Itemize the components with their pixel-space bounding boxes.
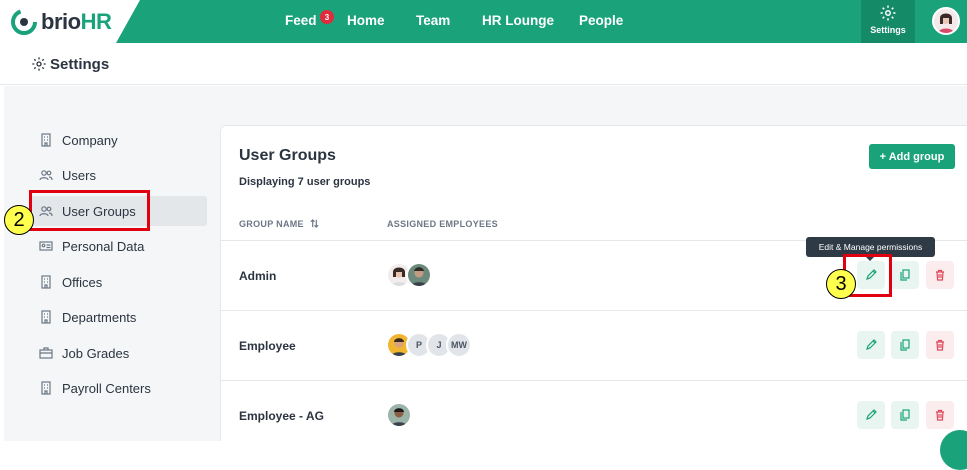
copy-icon bbox=[900, 269, 910, 281]
settings-label: Settings bbox=[870, 25, 906, 35]
page-title: Settings bbox=[50, 56, 110, 73]
divider bbox=[220, 380, 967, 381]
sidebar-item-label: Payroll Centers bbox=[62, 381, 151, 396]
add-group-button[interactable]: + Add group bbox=[869, 144, 955, 169]
employee-avatar[interactable] bbox=[386, 402, 412, 428]
pencil-icon bbox=[866, 409, 877, 420]
panel-title: User Groups bbox=[239, 147, 336, 164]
help-chat-button[interactable] bbox=[940, 430, 967, 470]
nav-home[interactable]: Home bbox=[347, 13, 385, 28]
gear-icon bbox=[32, 57, 46, 71]
sidebar-item-payroll-centers[interactable]: Payroll Centers bbox=[30, 373, 207, 403]
brio-logo-icon bbox=[11, 9, 37, 35]
nav-feed[interactable]: Feed bbox=[285, 13, 317, 28]
top-navbar: brioHR Feed 3 Home Team HR Lounge People… bbox=[0, 0, 967, 43]
sidebar-item-offices[interactable]: Offices bbox=[30, 267, 207, 297]
users-icon bbox=[39, 170, 53, 181]
delete-group-button[interactable] bbox=[926, 331, 954, 359]
annotation-highlight-user-groups bbox=[29, 190, 150, 231]
group-name-employee-ag[interactable]: Employee - AG bbox=[239, 409, 324, 423]
nav-people[interactable]: People bbox=[579, 13, 623, 28]
page-header: Settings bbox=[0, 43, 967, 85]
feed-notification-badge: 3 bbox=[320, 10, 334, 24]
duplicate-group-button[interactable] bbox=[891, 331, 919, 359]
employee-initials-avatar[interactable]: MW bbox=[446, 332, 472, 358]
employee-avatar[interactable] bbox=[406, 262, 432, 288]
sidebar-item-label: Offices bbox=[62, 275, 103, 290]
sidebar-item-personal-data[interactable]: Personal Data bbox=[30, 231, 207, 261]
sidebar-item-users[interactable]: Users bbox=[30, 160, 207, 190]
building-icon bbox=[41, 133, 51, 147]
copy-icon bbox=[900, 409, 910, 421]
user-avatar[interactable] bbox=[932, 7, 960, 35]
trash-icon bbox=[936, 339, 944, 351]
sidebar-item-label: Departments bbox=[62, 310, 137, 325]
building-icon bbox=[41, 275, 51, 289]
sidebar-item-job-grades[interactable]: Job Grades bbox=[30, 338, 207, 368]
pencil-icon bbox=[866, 339, 877, 350]
group-name-admin[interactable]: Admin bbox=[239, 269, 276, 283]
duplicate-group-button[interactable] bbox=[891, 401, 919, 429]
edit-permissions-button[interactable] bbox=[857, 331, 885, 359]
gear-icon bbox=[880, 5, 896, 21]
sort-icon bbox=[310, 219, 319, 228]
sidebar-item-label: Users bbox=[62, 168, 96, 183]
group-count-text: Displaying 7 user groups bbox=[239, 176, 371, 188]
briefcase-icon bbox=[39, 347, 53, 359]
building-icon bbox=[41, 381, 51, 395]
sidebar-item-label: Personal Data bbox=[62, 239, 145, 254]
copy-icon bbox=[900, 339, 910, 351]
duplicate-group-button[interactable] bbox=[891, 261, 919, 289]
trash-icon bbox=[936, 269, 944, 281]
delete-group-button[interactable] bbox=[926, 261, 954, 289]
trash-icon bbox=[936, 409, 944, 421]
annotation-callout-3: 3 bbox=[826, 269, 856, 299]
column-header-assigned-employees: ASSIGNED EMPLOYEES bbox=[387, 219, 498, 229]
brand-name: brioHR bbox=[41, 9, 112, 34]
edit-permissions-button[interactable] bbox=[857, 401, 885, 429]
sidebar-item-company[interactable]: Company bbox=[30, 125, 207, 155]
sidebar-item-departments[interactable]: Departments bbox=[30, 302, 207, 332]
annotation-callout-2: 2 bbox=[4, 205, 34, 235]
sidebar-item-label: Company bbox=[62, 133, 118, 148]
id-card-icon bbox=[39, 241, 53, 251]
column-header-group-name[interactable]: GROUP NAME bbox=[239, 219, 319, 229]
building-icon bbox=[41, 310, 51, 324]
delete-group-button[interactable] bbox=[926, 401, 954, 429]
logo[interactable]: brioHR bbox=[0, 0, 140, 43]
nav-hr-lounge[interactable]: HR Lounge bbox=[482, 13, 554, 28]
group-name-employee[interactable]: Employee bbox=[239, 339, 296, 353]
divider bbox=[220, 310, 967, 311]
nav-settings[interactable]: Settings bbox=[861, 0, 915, 43]
nav-team[interactable]: Team bbox=[416, 13, 450, 28]
sidebar-item-label: Job Grades bbox=[62, 346, 130, 361]
